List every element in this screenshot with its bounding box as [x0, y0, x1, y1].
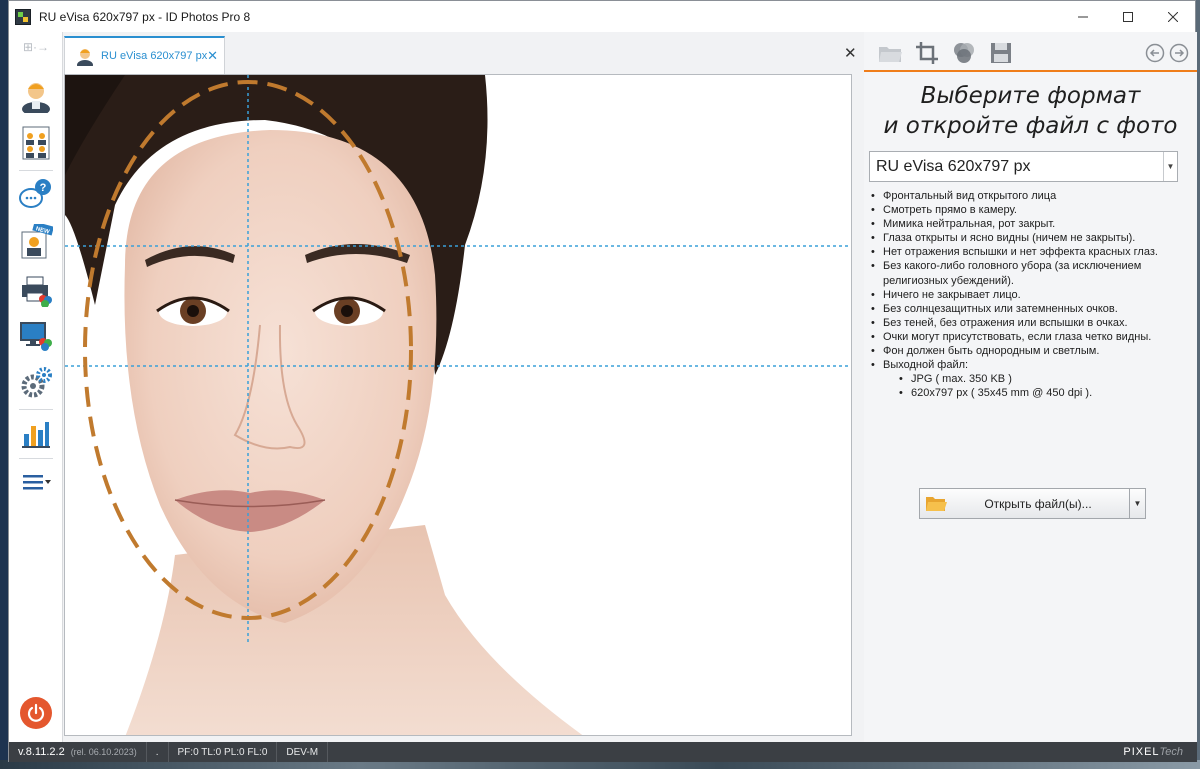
list-item: Без теней, без отражения или вспышки в о… [869, 316, 1187, 330]
status-mode: DEV-M [277, 742, 329, 762]
save-button[interactable] [989, 41, 1013, 65]
print-button[interactable] [18, 273, 54, 309]
color-circles-icon [954, 43, 974, 63]
list-item: Мимика нейтральная, рот закрыт. [869, 217, 1187, 231]
output-details-list: JPG ( max. 350 KB ) 620x797 px ( 35x45 m… [869, 372, 1187, 400]
tab-label: RU eVisa 620x797 px [101, 50, 208, 62]
back-button[interactable] [1143, 41, 1167, 65]
sidebar-divider [19, 409, 53, 410]
batch-button[interactable] [18, 125, 54, 161]
release-date: (rel. 06.10.2023) [70, 747, 137, 757]
desktop-edge [0, 0, 8, 769]
sidebar-divider [19, 458, 53, 459]
brand-tech: Tech [1159, 746, 1183, 758]
help-bubble-icon: ? [19, 179, 51, 208]
title-bar: RU eVisa 620x797 px - ID Photos Pro 8 [9, 1, 1195, 32]
list-item: Выходной файл: [869, 358, 1187, 372]
app-window: RU eVisa 620x797 px - ID Photos Pro 8 ⊞·… [8, 0, 1197, 762]
maximize-icon [1122, 11, 1133, 22]
open-files-label: Открыть файл(ы)... [984, 496, 1092, 511]
group-icon [22, 126, 50, 160]
left-toolbar: ⊞·→ ? NEW [9, 32, 63, 742]
tab-strip: RU eVisa 620x797 px ✕ ✕ [64, 32, 864, 74]
heading-line-1: Выберите формат [920, 83, 1141, 109]
svg-text:?: ? [40, 182, 47, 194]
output-format: JPG ( max. 350 KB ) [869, 372, 1187, 386]
new-person-icon: NEW [21, 224, 53, 259]
version-text: v.8.11.2.2 [18, 746, 65, 758]
status-bar: v.8.11.2.2 (rel. 06.10.2023) . PF:0 TL:0… [9, 742, 1197, 762]
settings-button[interactable] [18, 365, 54, 401]
window-controls [1060, 1, 1195, 32]
minimize-button[interactable] [1060, 1, 1105, 32]
help-button[interactable]: ? [18, 177, 54, 213]
person-icon [22, 83, 50, 113]
brand-logo: PIXELTech [1123, 746, 1183, 758]
color-adjust-button[interactable] [952, 41, 976, 65]
format-select-value: RU eVisa 620x797 px [876, 157, 1031, 175]
maximize-button[interactable] [1105, 1, 1150, 32]
sidebar-divider [19, 170, 53, 171]
panel-heading: Выберите формат и откройте файл с фото [864, 81, 1197, 141]
tab-ru-evisa[interactable]: RU eVisa 620x797 px ✕ [64, 36, 225, 74]
sample-portrait [65, 75, 851, 735]
crop-button[interactable] [915, 41, 939, 65]
bar-chart-icon [22, 422, 50, 448]
monitor-icon [20, 322, 52, 351]
version-info: v.8.11.2.2 (rel. 06.10.2023) [9, 742, 147, 762]
close-icon [1167, 11, 1178, 22]
gears-icon [21, 367, 52, 398]
list-item: Без солнцезащитных или затемненных очков… [869, 302, 1187, 316]
folder-open-icon [926, 496, 947, 511]
close-document-icon[interactable]: ✕ [844, 44, 857, 62]
menu-button[interactable] [18, 465, 54, 501]
minimize-icon [1077, 16, 1088, 17]
right-toolbar [864, 32, 1197, 72]
right-panel: Выберите формат и откройте файл с фото R… [864, 32, 1197, 742]
person-icon [77, 49, 93, 66]
add-panel-icon[interactable]: ⊞·→ [23, 40, 49, 56]
list-item: Очки могут присутствовать, если глаза че… [869, 330, 1187, 344]
close-window-button[interactable] [1150, 1, 1195, 32]
brand-main: PIXEL [1123, 746, 1160, 758]
arrow-right-icon [1169, 43, 1189, 63]
requirements-list: Фронтальный вид открытого лица Смотреть … [869, 189, 1187, 401]
menu-icon [23, 475, 51, 490]
crop-icon [916, 42, 938, 64]
app-icon [15, 8, 31, 25]
format-select[interactable]: RU eVisa 620x797 px ▼ [869, 151, 1178, 182]
printer-icon [22, 276, 52, 307]
heading-line-2: и откройте файл с фото [883, 113, 1178, 139]
open-files-button[interactable]: Открыть файл(ы)... ▼ [919, 488, 1146, 519]
output-size: 620x797 px ( 35x45 mm @ 450 dpi ). [869, 386, 1187, 400]
window-title: RU eVisa 620x797 px - ID Photos Pro 8 [39, 9, 251, 24]
list-item: Нет отражения вспышки и нет эффекта крас… [869, 245, 1187, 259]
save-icon [991, 43, 1011, 63]
statistics-button[interactable] [18, 416, 54, 452]
power-button[interactable] [20, 697, 52, 729]
list-item: Глаза открыты и ясно видны (ничем не зак… [869, 231, 1187, 245]
photo-canvas[interactable] [64, 74, 852, 736]
list-item: Фронтальный вид открытого лица [869, 189, 1187, 203]
list-item: Фон должен быть однородным и светлым. [869, 344, 1187, 358]
status-counters: PF:0 TL:0 PL:0 FL:0 [169, 742, 278, 762]
single-photo-button[interactable] [18, 78, 54, 114]
forward-button[interactable] [1167, 41, 1191, 65]
arrow-left-icon [1145, 43, 1165, 63]
new-profile-button[interactable]: NEW [18, 224, 54, 260]
tab-close-icon[interactable]: ✕ [207, 48, 218, 64]
chevron-down-icon[interactable]: ▼ [1163, 152, 1177, 181]
status-dot: . [147, 742, 169, 762]
folder-icon [879, 47, 902, 62]
power-icon [27, 703, 45, 722]
list-item: Ничего не закрывает лицо. [869, 288, 1187, 302]
open-folder-button[interactable] [878, 41, 902, 65]
list-item: Смотреть прямо в камеру. [869, 203, 1187, 217]
display-button[interactable] [18, 318, 54, 354]
chevron-down-icon[interactable]: ▼ [1129, 489, 1145, 518]
list-item: Без какого-либо головного убора (за искл… [869, 259, 1187, 287]
